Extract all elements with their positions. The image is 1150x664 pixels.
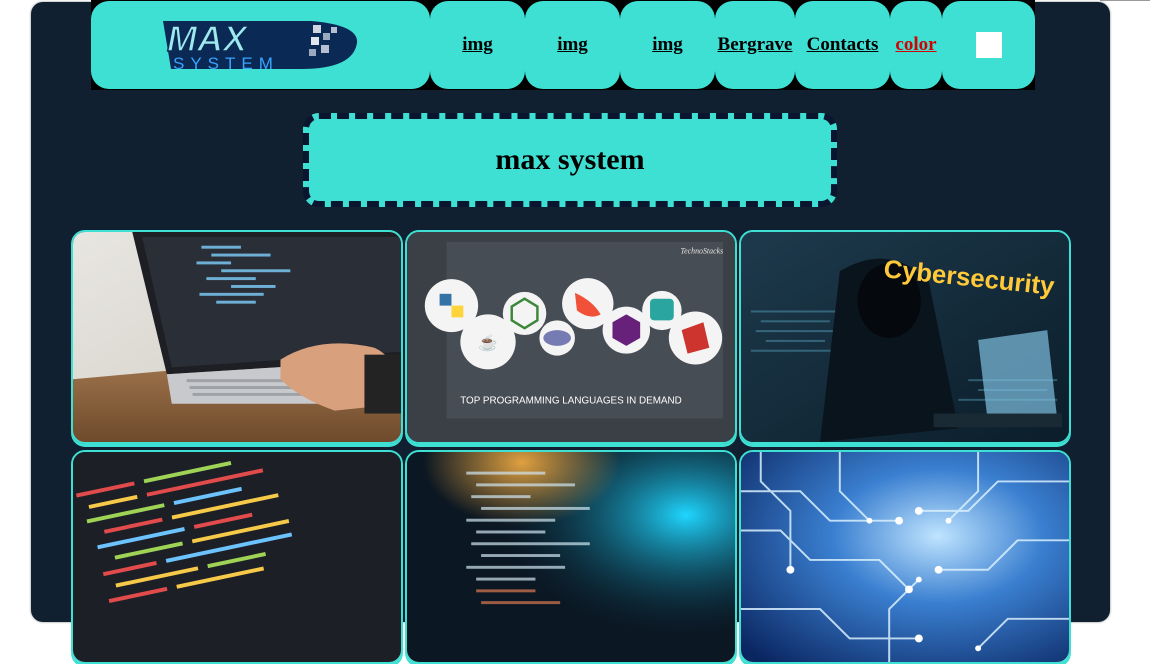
gallery-tile-circuit[interactable]: [739, 450, 1071, 664]
circuit-board-image: [741, 452, 1069, 662]
top-navbar: MAX SYSTEM img img img Bergrave Contacts…: [91, 0, 1035, 90]
site-title: max system: [495, 143, 645, 176]
svg-text:☕: ☕: [478, 333, 498, 352]
nav-link-contacts[interactable]: Contacts: [807, 34, 879, 56]
gallery-tile-code[interactable]: [71, 450, 403, 664]
nav-cell-color: color: [890, 1, 942, 89]
gallery-tile-code-blur[interactable]: [405, 450, 737, 664]
nav-cell-bergrave: Bergrave: [715, 1, 795, 89]
gallery-tile-laptop[interactable]: [71, 230, 403, 444]
programming-languages-image: TechnoStacks ☕ TOP PROGRAMMING LANGUAGES…: [407, 232, 735, 442]
nav-link-img-1[interactable]: img: [462, 34, 493, 56]
nav-link-bergrave[interactable]: Bergrave: [718, 34, 793, 56]
svg-text:SYSTEM: SYSTEM: [173, 54, 279, 73]
techno-stacks-badge: TechnoStacks: [681, 247, 724, 256]
color-toggle-square[interactable]: [975, 32, 1002, 58]
max-system-logo[interactable]: MAX SYSTEM: [161, 17, 361, 73]
top-rule: [1100, 0, 1150, 1]
nav-link-img-3[interactable]: img: [652, 34, 683, 56]
cybersecurity-image: Cybersecurity: [741, 232, 1069, 442]
code-blur-image: [407, 452, 735, 662]
nav-cell-toggle: [942, 1, 1035, 89]
laptop-image: [73, 232, 401, 442]
nav-cell-contacts: Contacts: [795, 1, 890, 89]
nav-link-img-2[interactable]: img: [557, 34, 588, 56]
svg-text:MAX: MAX: [167, 18, 249, 59]
nav-cell-img-2: img: [525, 1, 620, 89]
logo-cell[interactable]: MAX SYSTEM: [91, 1, 430, 89]
site-title-box: max system: [303, 113, 837, 207]
code-editor-image: [73, 452, 401, 662]
nav-cell-img-1: img: [430, 1, 525, 89]
nav-link-color[interactable]: color: [895, 34, 936, 56]
languages-caption: TOP PROGRAMMING LANGUAGES IN DEMAND: [460, 396, 682, 407]
nav-cell-img-3: img: [620, 1, 715, 89]
gallery-tile-languages[interactable]: TechnoStacks ☕ TOP PROGRAMMING LANGUAGES…: [405, 230, 737, 444]
gallery-tile-cybersecurity[interactable]: Cybersecurity: [739, 230, 1071, 444]
